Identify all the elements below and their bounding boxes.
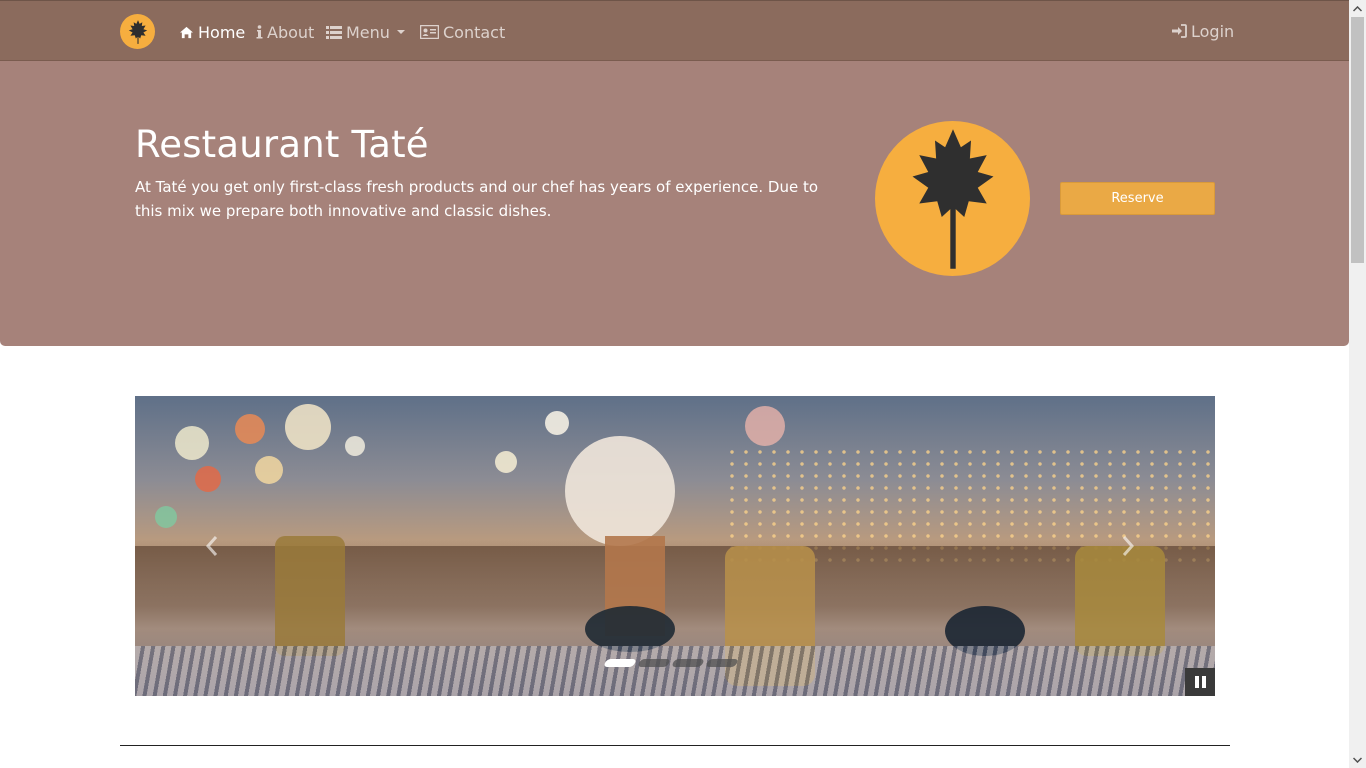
carousel-next-button[interactable] [1121,530,1135,565]
scroll-down-button[interactable] [1349,751,1366,768]
leaf-icon [912,128,993,269]
nav-contact[interactable]: Contact [420,21,505,43]
nav-about-label: About [267,22,315,42]
nav-home[interactable]: Home [179,21,245,43]
chevron-right-icon [1122,536,1135,556]
carousel-indicator-3[interactable] [671,659,705,667]
chevron-left-icon [205,536,218,556]
carousel-slide-image [135,396,1215,696]
carousel-indicators [603,659,739,667]
nav-about[interactable]: About [256,21,314,43]
login-label: Login [1191,21,1235,41]
page-title: Restaurant Taté [135,123,429,166]
hero-description: At Taté you get only first-class fresh p… [135,178,819,220]
caret-down-icon [396,30,405,34]
arrow-down-icon [1353,756,1362,763]
hero-logo [875,121,1030,276]
login-link[interactable]: Login [1172,20,1234,42]
page: Home About Menu Contact Login Restaurant… [0,0,1366,768]
navbar: Home About Menu Contact Login [0,0,1349,61]
carousel-prev-button[interactable] [205,530,219,565]
image-carousel[interactable] [135,396,1215,696]
login-icon [1172,24,1187,38]
section-divider [120,745,1230,746]
leaf-icon [128,19,147,44]
carousel-indicator-2[interactable] [637,659,671,667]
nav-home-label: Home [198,22,246,42]
home-icon [180,26,193,38]
list-icon [326,25,342,39]
nav-menu-dropdown[interactable]: Menu [326,21,405,43]
carousel-indicator-1[interactable] [603,659,637,667]
pause-icon [1194,676,1206,688]
brand-logo[interactable] [120,14,155,49]
vertical-scrollbar[interactable] [1349,0,1366,768]
nav-contact-label: Contact [443,22,506,42]
arrow-up-icon [1353,5,1362,12]
carousel-pause-button[interactable] [1185,668,1215,696]
scroll-up-button[interactable] [1349,0,1366,17]
nav-menu-label: Menu [346,22,390,42]
carousel-indicator-4[interactable] [705,659,739,667]
hero-jumbotron: Restaurant Taté At Taté you get only fir… [0,61,1349,346]
info-icon [256,25,263,39]
reserve-button[interactable]: Reserve [1060,182,1215,215]
contact-card-icon [420,25,439,39]
scroll-thumb[interactable] [1351,17,1364,263]
